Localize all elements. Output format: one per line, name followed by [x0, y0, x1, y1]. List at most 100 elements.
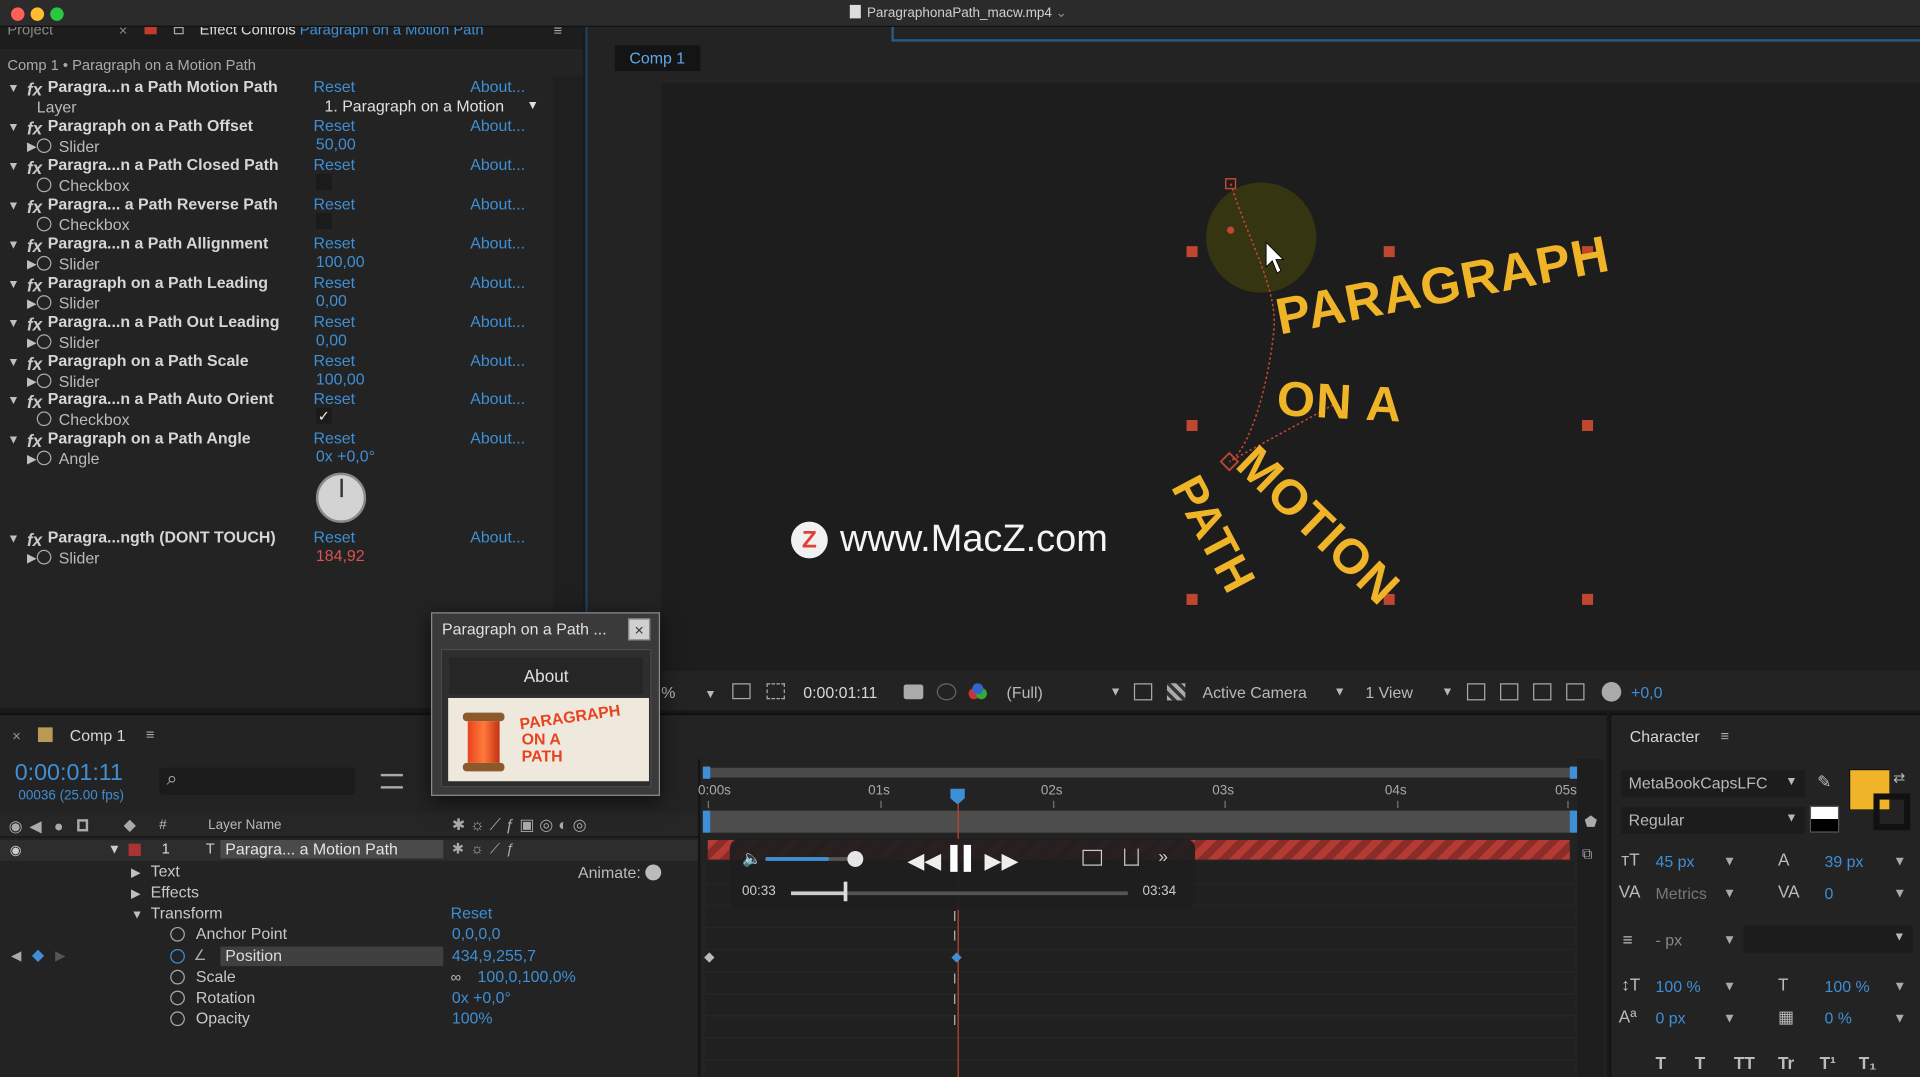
expand-param-icon[interactable]: ▶	[27, 552, 36, 565]
stopwatch-icon[interactable]	[170, 1011, 185, 1027]
prev-keyframe-icon[interactable]: ◀	[11, 948, 21, 964]
expand-effect-icon[interactable]: ▼	[7, 394, 19, 407]
video-switch-icon[interactable]: ◉	[9, 817, 23, 837]
stopwatch-icon[interactable]	[36, 450, 52, 466]
expand-effect-icon[interactable]: ▼	[7, 239, 19, 252]
font-size-value[interactable]: 45 px	[1656, 852, 1695, 870]
effect-reset-button[interactable]: Reset	[313, 312, 355, 330]
expand-param-icon[interactable]: ▶	[27, 258, 36, 271]
kerning-dropdown-icon[interactable]: ▼	[1723, 887, 1736, 902]
tab-effect-controls[interactable]: Effect Controls Paragraph on a Motion Pa…	[200, 27, 484, 38]
work-area-track[interactable]	[702, 810, 1578, 833]
tsume-value[interactable]: 0 %	[1825, 1009, 1852, 1027]
expand-effect-icon[interactable]: ▼	[7, 533, 19, 546]
fast-previews-icon[interactable]	[1133, 683, 1153, 701]
pause-button[interactable]	[950, 844, 972, 872]
effect-about-button[interactable]: About...	[470, 234, 525, 252]
transparency-grid-icon[interactable]	[1166, 683, 1186, 701]
layer-label-color[interactable]	[128, 843, 141, 856]
baseline-shift-value[interactable]: 0 px	[1656, 1009, 1686, 1027]
character-menu-icon[interactable]: ≡	[1720, 727, 1729, 744]
effect-about-button[interactable]: About...	[470, 195, 525, 213]
stopwatch-icon[interactable]	[170, 990, 185, 1006]
layer-expand-icon[interactable]: ▼	[108, 842, 121, 857]
baseline-shift-dropdown-icon[interactable]: ▼	[1723, 1011, 1736, 1026]
expand-effect-icon[interactable]: ▼	[7, 433, 19, 446]
expand-param-icon[interactable]: ▶	[27, 376, 36, 389]
font-family-dropdown[interactable]: MetaBookCapsLFC ▼	[1621, 770, 1805, 798]
effect-about-button[interactable]: About...	[470, 156, 525, 174]
effect-about-button[interactable]: About...	[470, 273, 525, 291]
layer-name[interactable]: Paragra... a Motion Path	[220, 840, 444, 859]
horizontal-scale-dropdown-icon[interactable]: ▼	[1893, 980, 1906, 995]
black-white-swatch[interactable]	[1809, 805, 1840, 833]
font-size-dropdown-icon[interactable]: ▼	[1723, 855, 1736, 870]
animate-label[interactable]: Animate:	[578, 863, 662, 882]
about-dialog-close-button[interactable]: ×	[628, 618, 651, 641]
effect-reset-button[interactable]: Reset	[313, 389, 355, 407]
lock-icon[interactable]	[144, 26, 157, 35]
stopwatch-icon[interactable]	[36, 255, 52, 271]
comp-marker-icon[interactable]: ⬟	[1585, 813, 1598, 830]
keyframe-icon[interactable]: ◆	[951, 949, 961, 965]
stopwatch-icon[interactable]	[36, 295, 52, 310]
picture-in-picture-icon[interactable]	[1082, 849, 1103, 866]
stopwatch-icon[interactable]	[36, 216, 52, 232]
expand-property-icon[interactable]: ▼	[131, 909, 143, 922]
camera-snapshot-icon[interactable]	[903, 684, 924, 700]
text-style-button[interactable]: T¹	[1820, 1053, 1836, 1073]
toggle-pixel-aspect-icon[interactable]	[1466, 683, 1486, 701]
volume-icon[interactable]: 🔈	[742, 849, 762, 869]
layer-switch-icons[interactable]: ✱☼⟋ƒ	[452, 840, 521, 858]
graph-editor-icon[interactable]: ⧉	[1582, 845, 1593, 863]
stopwatch-icon[interactable]	[36, 549, 52, 565]
checkbox[interactable]	[315, 213, 332, 229]
expand-effect-icon[interactable]: ▼	[7, 82, 19, 95]
effect-param-value[interactable]: 0,00	[316, 331, 347, 349]
effect-reset-button[interactable]: Reset	[313, 351, 355, 369]
fast-draft-icon[interactable]	[1500, 683, 1519, 701]
work-area-bar[interactable]	[702, 766, 1578, 779]
effect-reset-button[interactable]: Reset	[313, 528, 355, 546]
bounding-handle[interactable]	[1383, 246, 1395, 258]
property-value[interactable]: 0x +0,0°	[452, 988, 511, 1006]
vertical-scale-dropdown-icon[interactable]: ▼	[1723, 980, 1736, 995]
comp-flowchart-icon[interactable]	[380, 773, 403, 789]
timeline-close-icon[interactable]: ×	[12, 727, 21, 744]
effect-param-value[interactable]: 50,00	[316, 135, 356, 153]
timeline-comp-tab[interactable]: Comp 1	[70, 726, 126, 744]
property-value[interactable]: 434,9,255,7	[452, 947, 536, 965]
text-style-button[interactable]: Tr	[1778, 1053, 1794, 1073]
expand-param-icon[interactable]: ▶	[27, 337, 36, 350]
stopwatch-icon[interactable]	[170, 948, 185, 964]
expand-param-icon[interactable]: ▶	[27, 298, 36, 311]
volume-slider-knob[interactable]	[847, 851, 864, 867]
text-style-button[interactable]: T	[1656, 1053, 1666, 1073]
effect-reset-button[interactable]: Reset	[313, 77, 355, 95]
effect-reset-button[interactable]: Reset	[313, 429, 355, 447]
expand-effect-icon[interactable]: ▼	[7, 356, 19, 369]
add-keyframe-icon[interactable]: ◆	[32, 945, 44, 965]
effect-about-button[interactable]: About...	[470, 429, 525, 447]
property-value[interactable]: 0,0,0,0	[452, 924, 501, 942]
timeline-icon[interactable]	[1533, 683, 1552, 701]
timeline-current-time[interactable]: 0:00:01:11	[15, 760, 123, 787]
transform-reset-button[interactable]: Reset	[451, 904, 493, 922]
effect-param-value[interactable]: 100,00	[316, 370, 365, 388]
property-value[interactable]: 100%	[452, 1009, 493, 1027]
bounding-handle[interactable]	[1186, 420, 1198, 432]
expand-effect-icon[interactable]: ▼	[7, 278, 19, 291]
zoom-dropdown[interactable]: % ▼	[661, 683, 716, 701]
resolution-dropdown[interactable]: (Full) ▼	[1007, 683, 1122, 701]
rewind-icon[interactable]: ◀◀	[907, 849, 941, 875]
comp-tab[interactable]: Comp 1	[614, 45, 700, 72]
playback-progress[interactable]	[791, 891, 1128, 896]
effect-about-button[interactable]: About...	[470, 312, 525, 330]
expand-effect-icon[interactable]: ▼	[7, 317, 19, 330]
show-snapshot-icon[interactable]	[936, 683, 957, 701]
stopwatch-icon[interactable]	[36, 373, 52, 389]
share-icon[interactable]	[1124, 848, 1139, 866]
leading-dropdown-icon[interactable]: ▼	[1893, 855, 1906, 870]
tracking-dropdown-icon[interactable]: ▼	[1893, 887, 1906, 902]
vertical-scale-value[interactable]: 100 %	[1656, 977, 1701, 995]
